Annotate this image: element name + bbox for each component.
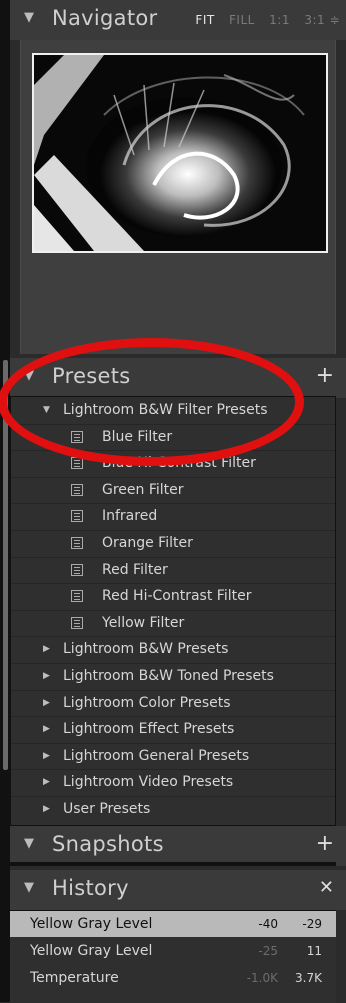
panel-scrollbar[interactable] (3, 360, 8, 770)
expand-triangle-icon[interactable]: ▶ (43, 796, 50, 822)
preset-icon (71, 430, 83, 443)
preset-item[interactable]: Blue Filter (11, 424, 335, 452)
preset-item[interactable]: Infrared (11, 503, 335, 531)
collapse-triangle-icon[interactable]: ▼ (24, 10, 34, 25)
snapshots-list (10, 862, 336, 866)
left-panel-edge (0, 0, 10, 1002)
presets-title: Presets (52, 364, 131, 388)
preset-label: Yellow Filter (102, 614, 185, 631)
navigator-panel: ▼ Navigator FIT FILL 1:1 3:1 ≑ (10, 0, 346, 354)
collapse-triangle-icon[interactable]: ▼ (24, 880, 34, 895)
preset-item[interactable]: Blue Hi-Contrast Filter (11, 450, 335, 478)
preset-folder[interactable]: ▶ Lightroom B&W Toned Presets (11, 663, 335, 691)
zoom-1-1[interactable]: 1:1 (269, 13, 290, 27)
expand-triangle-icon[interactable]: ▶ (43, 690, 50, 716)
preset-folder-label: Lightroom Effect Presets (63, 721, 235, 738)
history-row[interactable]: Yellow Gray Level -40 -29 (10, 911, 336, 937)
preset-folder[interactable]: ▶ Lightroom Color Presets (11, 690, 335, 718)
preset-label: Red Hi-Contrast Filter (102, 588, 252, 605)
history-step-name: Yellow Gray Level (30, 916, 153, 932)
preset-folder-label: User Presets (63, 801, 151, 817)
preset-folder-expanded[interactable]: ▼ Lightroom B&W Filter Presets (11, 397, 335, 425)
expand-triangle-icon[interactable]: ▼ (43, 397, 50, 423)
zoom-options: FIT FILL 1:1 3:1 ≑ (185, 13, 340, 27)
snapshots-title: Snapshots (52, 832, 164, 856)
presets-list: ▼ Lightroom B&W Filter Presets Blue Filt… (10, 396, 336, 826)
preset-icon (71, 537, 83, 549)
preset-item[interactable]: Orange Filter (11, 530, 335, 558)
navigator-title: Navigator (52, 6, 158, 30)
history-row[interactable]: Temperature -1.0K 3.7K (10, 965, 336, 991)
preset-folder-label: Lightroom B&W Toned Presets (63, 668, 274, 684)
navigator-header[interactable]: ▼ Navigator FIT FILL 1:1 3:1 ≑ (10, 0, 346, 40)
preset-item[interactable]: Yellow Filter (11, 610, 335, 638)
photo-thumbnail (34, 55, 326, 251)
zoom-fill[interactable]: FILL (229, 13, 255, 27)
history-step-change: -40 (258, 917, 278, 931)
snapshots-header[interactable]: ▼ Snapshots + (10, 826, 346, 866)
preset-label: Infrared (102, 508, 158, 525)
zoom-3-1[interactable]: 3:1 ≑ (304, 13, 340, 27)
preset-folder-label: Lightroom B&W Presets (63, 641, 229, 658)
history-step-change: -1.0K (246, 971, 278, 985)
history-step-value: 11 (306, 944, 322, 958)
preset-label: Green Filter (102, 481, 184, 498)
preset-icon (71, 510, 83, 523)
add-preset-icon[interactable]: + (316, 363, 334, 388)
history-row[interactable]: Yellow Gray Level -25 11 (10, 938, 336, 964)
history-step-name: Temperature (30, 970, 119, 986)
preset-icon (71, 616, 83, 629)
preset-folder[interactable]: ▶ Lightroom Video Presets (11, 769, 335, 797)
expand-triangle-icon[interactable]: ▶ (43, 716, 50, 742)
preset-folder[interactable]: ▶ User Presets (11, 796, 335, 823)
navigator-preview-image[interactable] (32, 53, 328, 253)
preset-item[interactable]: Green Filter (11, 477, 335, 505)
preset-icon (71, 457, 83, 470)
history-header[interactable]: ▼ History ✕ (10, 870, 346, 910)
preset-folder-label: Lightroom General Presets (63, 747, 250, 764)
zoom-fit[interactable]: FIT (195, 13, 214, 27)
preset-label: Blue Hi-Contrast Filter (102, 455, 256, 472)
history-step-value: 3.7K (295, 971, 322, 985)
preset-icon (71, 590, 83, 603)
preset-icon (71, 483, 83, 496)
preset-item[interactable]: Red Hi-Contrast Filter (11, 583, 335, 611)
preset-folder[interactable]: ▶ Lightroom General Presets (11, 743, 335, 771)
collapse-triangle-icon[interactable]: ▼ (24, 368, 34, 383)
history-panel: ▼ History ✕ (10, 870, 346, 910)
history-step-change: -25 (258, 944, 278, 958)
preset-folder-label: Lightroom Video Presets (63, 774, 234, 791)
preset-folder[interactable]: ▶ Lightroom Effect Presets (11, 716, 335, 744)
preset-label: Blue Filter (102, 428, 173, 445)
clear-history-icon[interactable]: ✕ (319, 877, 334, 898)
history-list: Yellow Gray Level -40 -29 Yellow Gray Le… (10, 910, 336, 1003)
preset-folder-label: Lightroom B&W Filter Presets (63, 402, 268, 418)
preset-item[interactable]: Red Filter (11, 557, 335, 585)
preset-folder[interactable]: ▶ Lightroom B&W Presets (11, 636, 335, 664)
expand-triangle-icon[interactable]: ▶ (43, 743, 50, 769)
expand-triangle-icon[interactable]: ▶ (43, 769, 50, 795)
history-step-value: -29 (302, 917, 322, 931)
preset-folder-label: Lightroom Color Presets (63, 694, 231, 711)
add-snapshot-icon[interactable]: + (316, 831, 334, 856)
preset-icon (71, 563, 83, 576)
collapse-triangle-icon[interactable]: ▼ (24, 836, 34, 851)
preset-label: Orange Filter (102, 535, 193, 551)
preset-label: Red Filter (102, 561, 168, 578)
expand-triangle-icon[interactable]: ▶ (43, 663, 50, 689)
presets-header[interactable]: ▼ Presets + (10, 358, 346, 398)
history-step-name: Yellow Gray Level (30, 943, 153, 959)
history-title: History (52, 876, 129, 900)
expand-triangle-icon[interactable]: ▶ (43, 636, 50, 662)
